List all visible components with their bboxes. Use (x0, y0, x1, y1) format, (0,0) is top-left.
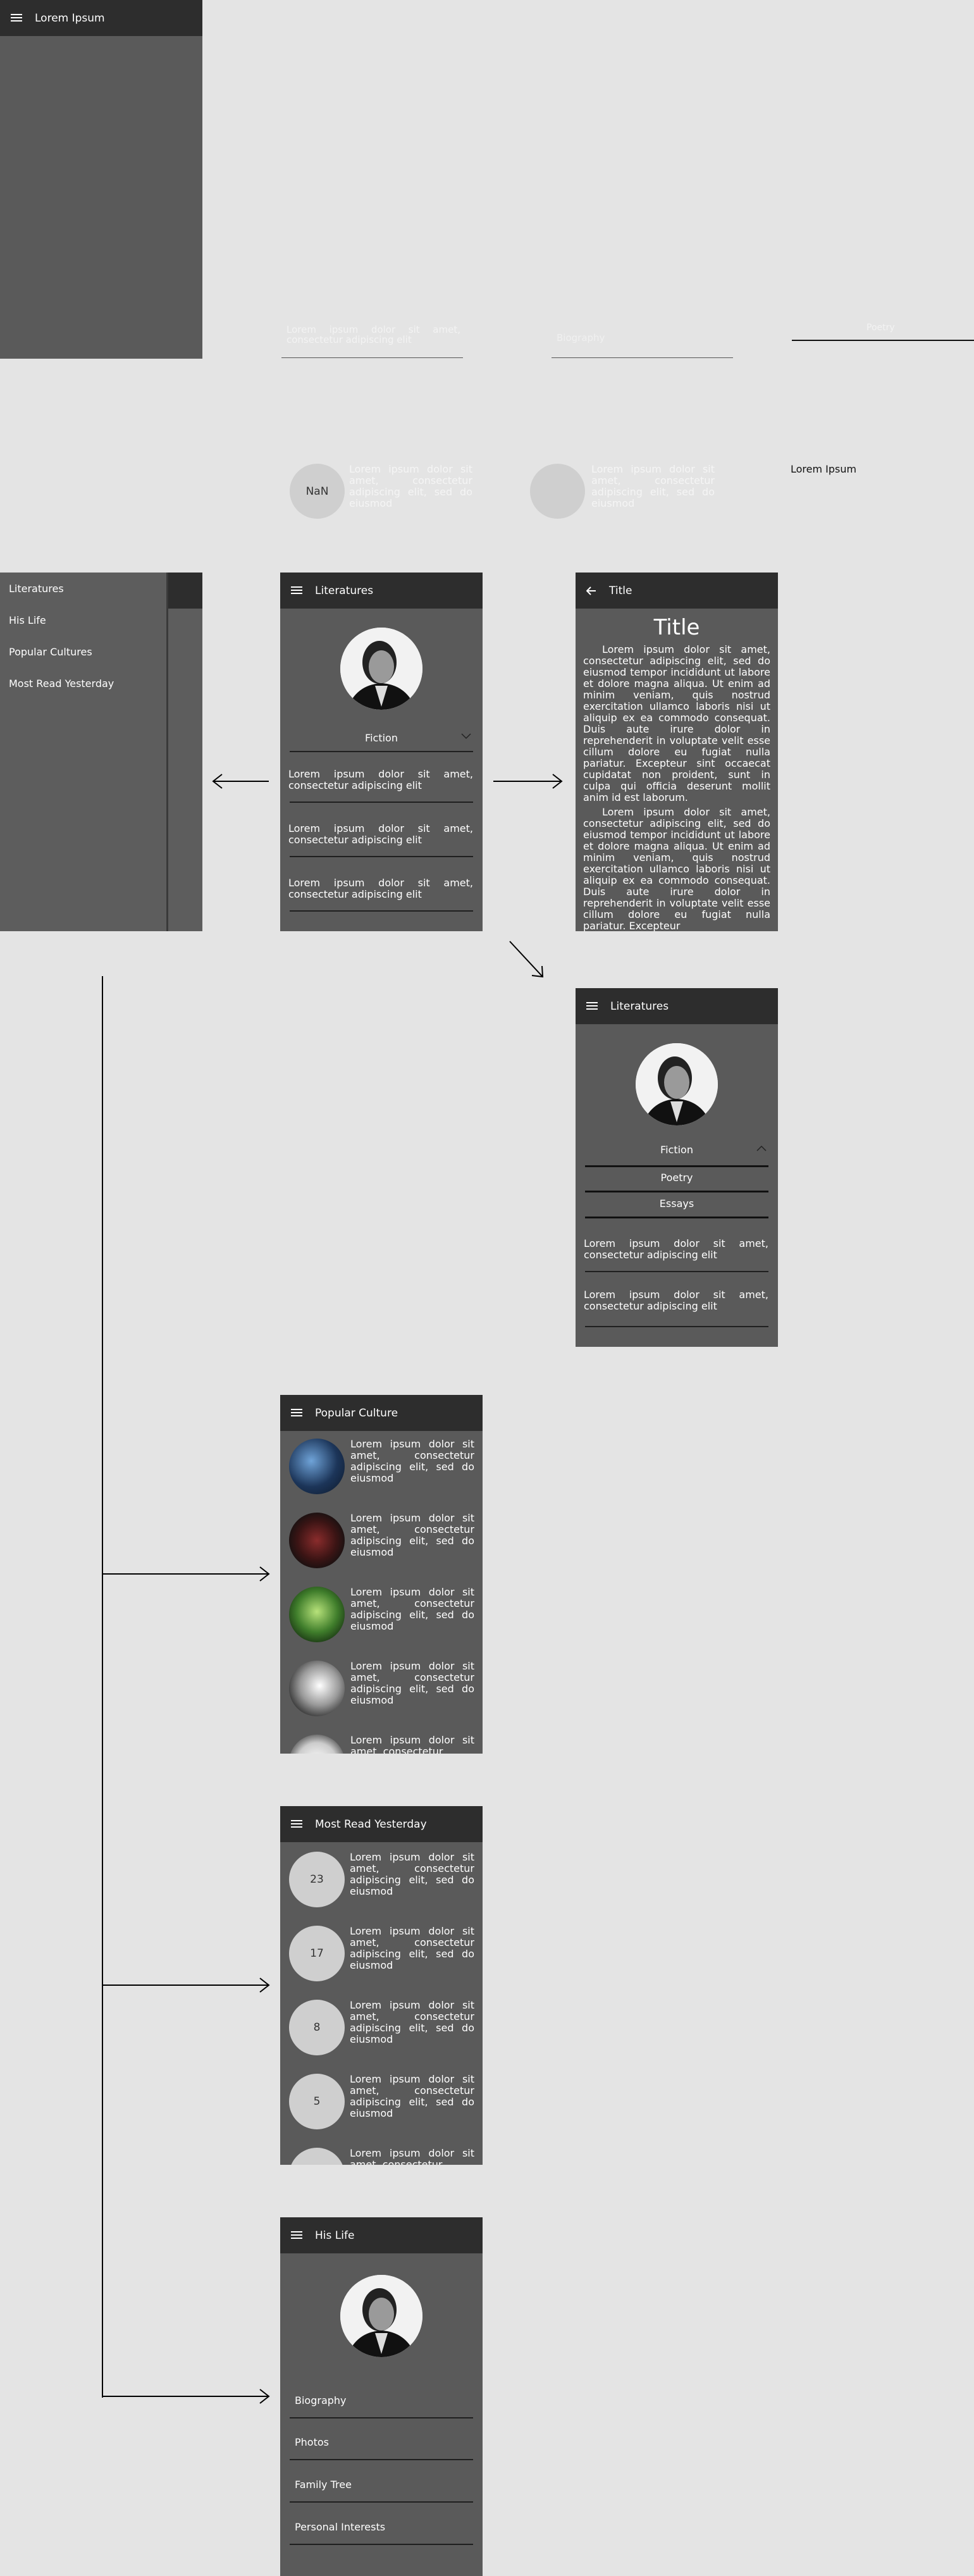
arrow-to-drawer (212, 774, 269, 789)
arrow-to-article (493, 774, 563, 789)
arrow-to-popular-culture (102, 1566, 270, 1582)
arrow-to-most-read (102, 1978, 270, 1993)
flow-arrows (102, 774, 563, 2404)
arrow-to-his-life (102, 2389, 270, 2404)
arrow-to-expanded (509, 941, 544, 978)
